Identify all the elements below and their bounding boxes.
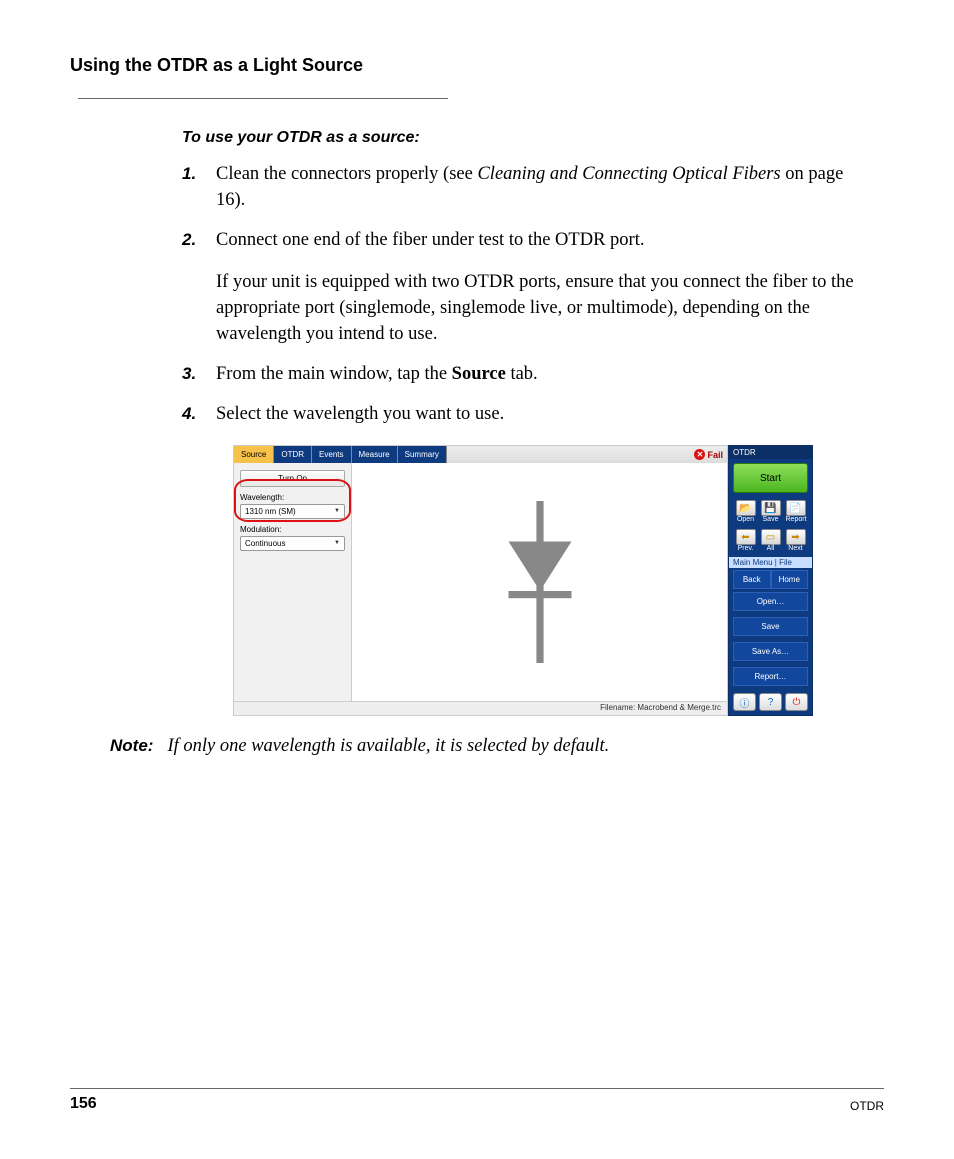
help-icon: ?	[768, 697, 774, 708]
step-3-bold: Source	[452, 364, 506, 384]
modulation-label: Modulation:	[240, 525, 345, 534]
info-button[interactable]: ⓘ	[733, 693, 756, 711]
modulation-select[interactable]: Continuous	[240, 536, 345, 551]
menu-save-as[interactable]: Save As…	[733, 642, 808, 661]
tab-source[interactable]: Source	[234, 446, 274, 463]
help-button[interactable]: ?	[759, 693, 782, 711]
diode-canvas	[352, 463, 727, 701]
step-2-extra: If your unit is equipped with two OTDR p…	[216, 269, 864, 347]
page-header: Using the OTDR as a Light Source	[70, 55, 884, 76]
open-button[interactable]: 📂Open	[736, 500, 756, 523]
side-panel: OTDR Start 📂Open 💾Save 📄Report ⬅Prev. ▭A…	[728, 445, 813, 716]
next-arrow-icon: ➡	[786, 529, 806, 545]
menu-report[interactable]: Report…	[733, 667, 808, 686]
tab-bar: Source OTDR Events Measure Summary ✕Fail	[234, 446, 727, 463]
step-2-text: Connect one end of the fiber under test …	[216, 230, 644, 250]
note: Note: If only one wavelength is available…	[110, 736, 884, 757]
start-button[interactable]: Start	[733, 463, 808, 493]
step-list: 1.Clean the connectors properly (see Cle…	[182, 161, 864, 427]
note-text: If only one wavelength is available, it …	[167, 736, 609, 756]
diode-icon	[495, 497, 585, 667]
tab-summary[interactable]: Summary	[398, 446, 447, 463]
power-icon: ⏻	[793, 697, 801, 708]
info-icon: ⓘ	[740, 695, 750, 710]
procedure-subhead: To use your OTDR as a source:	[182, 129, 864, 147]
power-button[interactable]: ⏻	[785, 693, 808, 711]
save-button[interactable]: 💾Save	[761, 500, 781, 523]
menu-breadcrumb: Main Menu | File	[729, 557, 812, 568]
step-1: 1.Clean the connectors properly (see Cle…	[182, 161, 864, 213]
menu-open[interactable]: Open…	[733, 592, 808, 611]
status-fail: ✕Fail	[694, 449, 723, 460]
all-icon: ▭	[761, 529, 781, 545]
save-disk-icon: 💾	[761, 500, 781, 516]
step-2: 2.Connect one end of the fiber under tes…	[182, 227, 864, 347]
side-title: OTDR	[729, 446, 812, 459]
wavelength-select[interactable]: 1310 nm (SM)	[240, 504, 345, 519]
step-4-text: Select the wavelength you want to use.	[216, 404, 504, 424]
doc-title: OTDR	[850, 1095, 884, 1113]
all-button[interactable]: ▭All	[761, 529, 781, 552]
back-button[interactable]: Back	[733, 570, 771, 589]
prev-arrow-icon: ⬅	[736, 529, 756, 545]
report-icon: 📄	[786, 500, 806, 516]
page-number: 156	[70, 1095, 97, 1113]
home-button[interactable]: Home	[771, 570, 809, 589]
tab-events[interactable]: Events	[312, 446, 351, 463]
header-rule	[78, 98, 448, 99]
next-button[interactable]: ➡Next	[786, 529, 806, 552]
report-button[interactable]: 📄Report	[786, 500, 806, 523]
step-1-text: Clean the connectors properly (see	[216, 164, 477, 184]
step-1-ref: Cleaning and Connecting Optical Fibers	[477, 164, 780, 184]
fail-icon: ✕	[694, 449, 705, 460]
filename-status: Filename: Macrobend & Merge.trc	[234, 701, 727, 715]
note-label: Note:	[110, 736, 153, 755]
embedded-screenshot: Source OTDR Events Measure Summary ✕Fail…	[233, 445, 813, 716]
step-3: 3.From the main window, tap the Source t…	[182, 361, 864, 387]
tab-measure[interactable]: Measure	[352, 446, 398, 463]
open-folder-icon: 📂	[736, 500, 756, 516]
menu-save[interactable]: Save	[733, 617, 808, 636]
tab-otdr[interactable]: OTDR	[274, 446, 312, 463]
step-4: 4.Select the wavelength you want to use.	[182, 401, 864, 427]
footer-rule	[70, 1088, 884, 1089]
wavelength-label: Wavelength:	[240, 493, 345, 502]
prev-button[interactable]: ⬅Prev.	[736, 529, 756, 552]
